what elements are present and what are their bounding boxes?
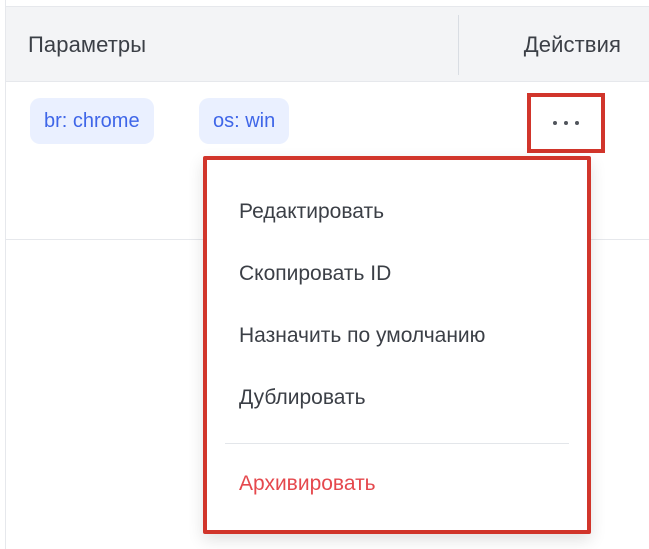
row-actions-menu: Редактировать Скопировать ID Назначить п…: [203, 156, 591, 534]
more-dot-1: [553, 121, 557, 125]
screen: Параметры Действия br: chrome os: win Ре…: [0, 0, 649, 549]
column-header-actions: Действия: [523, 32, 621, 57]
menu-item-edit[interactable]: Редактировать: [239, 188, 384, 236]
more-horizontal-icon: [553, 119, 579, 127]
header-column-divider: [458, 15, 459, 75]
table-header: Параметры Действия: [6, 6, 649, 82]
param-tag-browser: br: chrome: [30, 98, 154, 144]
menu-item-duplicate[interactable]: Дублировать: [239, 374, 366, 422]
row-actions-button[interactable]: [527, 93, 605, 153]
column-header-params: Параметры: [28, 32, 147, 57]
menu-divider: [225, 443, 569, 444]
menu-item-copy-id[interactable]: Скопировать ID: [239, 250, 391, 298]
data-table: Параметры Действия br: chrome os: win Ре…: [6, 0, 649, 549]
more-dot-2: [564, 121, 568, 125]
menu-item-set-default[interactable]: Назначить по умолчанию: [239, 312, 485, 360]
menu-item-archive[interactable]: Архивировать: [239, 460, 376, 508]
more-dot-3: [575, 121, 579, 125]
param-tag-os: os: win: [199, 98, 290, 144]
